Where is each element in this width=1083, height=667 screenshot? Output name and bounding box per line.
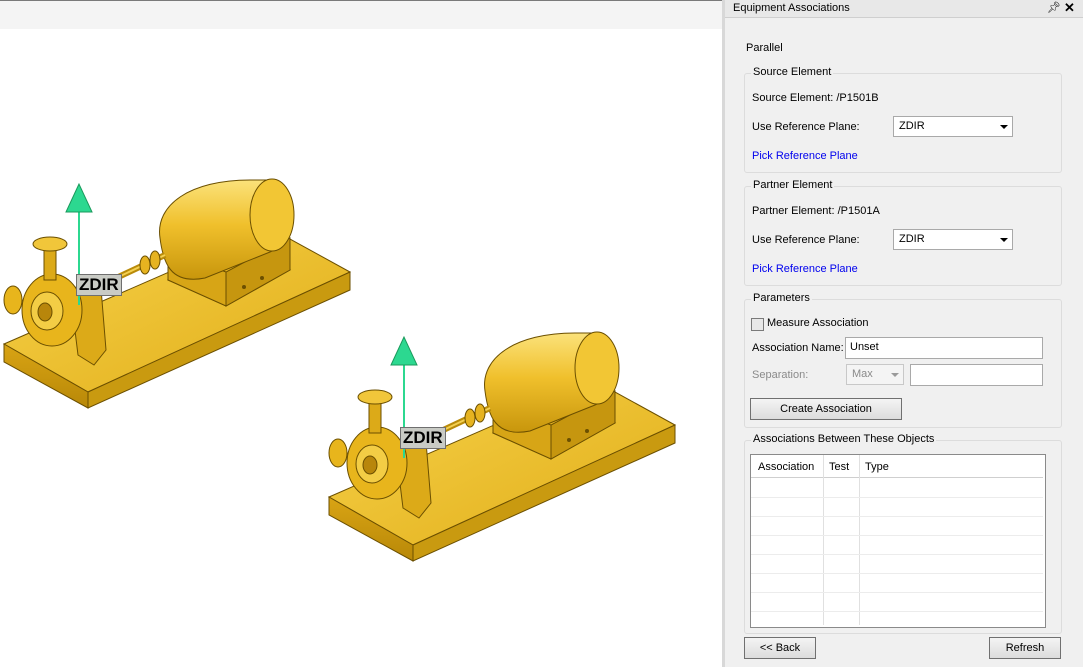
separation-field[interactable]: [910, 364, 1043, 386]
refresh-button[interactable]: Refresh: [989, 637, 1061, 659]
zdir-label-1: ZDIR: [76, 274, 122, 296]
empty-row-line: [751, 535, 1043, 536]
separation-label: Separation:: [752, 369, 809, 381]
source-pick-plane-link[interactable]: Pick Reference Plane: [752, 150, 858, 162]
partner-plane-select[interactable]: ZDIR: [893, 229, 1013, 250]
chevron-down-icon: [1000, 125, 1008, 129]
source-element-text: Source Element: /P1501B: [752, 92, 879, 104]
zdir-label-2: ZDIR: [400, 427, 446, 449]
association-name-field[interactable]: Unset: [845, 337, 1043, 359]
partner-plane-value: ZDIR: [899, 233, 925, 245]
column-header-type[interactable]: Type: [865, 461, 889, 473]
source-plane-select[interactable]: ZDIR: [893, 116, 1013, 137]
equipment-scene: [2, 178, 677, 562]
pin-icon[interactable]: 📌︎: [1047, 1, 1061, 14]
association-name-label: Association Name:: [752, 342, 844, 354]
close-icon[interactable]: ✕: [1064, 0, 1075, 16]
chevron-down-icon: [1000, 238, 1008, 242]
column-divider: [859, 455, 860, 625]
column-header-test[interactable]: Test: [829, 461, 849, 473]
measure-association-checkbox[interactable]: [751, 318, 764, 331]
empty-row-line: [751, 554, 1043, 555]
empty-row-line: [751, 592, 1043, 593]
column-header-association[interactable]: Association: [758, 461, 814, 473]
create-association-button[interactable]: Create Association: [750, 398, 902, 420]
separation-select-value: Max: [852, 368, 873, 380]
pump-assembly-2: [327, 331, 677, 562]
equipment-associations-panel: Equipment Associations 📌︎ ✕ Parallel Sou…: [725, 0, 1083, 667]
empty-row-line: [751, 516, 1043, 517]
measure-association-label: Measure Association: [767, 317, 869, 329]
source-plane-value: ZDIR: [899, 120, 925, 132]
source-element-legend: Source Element: [751, 66, 834, 78]
associations-legend: Associations Between These Objects: [751, 433, 937, 445]
source-plane-label: Use Reference Plane:: [752, 121, 860, 133]
partner-element-legend: Partner Element: [751, 179, 835, 191]
table-header: Association Test Type: [751, 455, 1043, 478]
back-button[interactable]: << Back: [744, 637, 816, 659]
partner-pick-plane-link[interactable]: Pick Reference Plane: [752, 263, 858, 275]
empty-row-line: [751, 611, 1043, 612]
mode-label: Parallel: [746, 42, 783, 54]
panel-title: Equipment Associations: [733, 2, 850, 14]
empty-row-line: [751, 497, 1043, 498]
separation-select[interactable]: Max: [846, 364, 904, 385]
3d-viewport[interactable]: ZDIR ZDIR: [0, 0, 725, 667]
pump-assembly-1: [2, 178, 352, 409]
chevron-down-icon: [891, 373, 899, 377]
empty-row-line: [751, 573, 1043, 574]
panel-titlebar: Equipment Associations 📌︎ ✕: [725, 0, 1083, 18]
parameters-legend: Parameters: [751, 292, 812, 304]
associations-table[interactable]: Association Test Type: [750, 454, 1046, 628]
partner-plane-label: Use Reference Plane:: [752, 234, 860, 246]
partner-element-text: Partner Element: /P1501A: [752, 205, 880, 217]
column-divider: [823, 455, 824, 625]
